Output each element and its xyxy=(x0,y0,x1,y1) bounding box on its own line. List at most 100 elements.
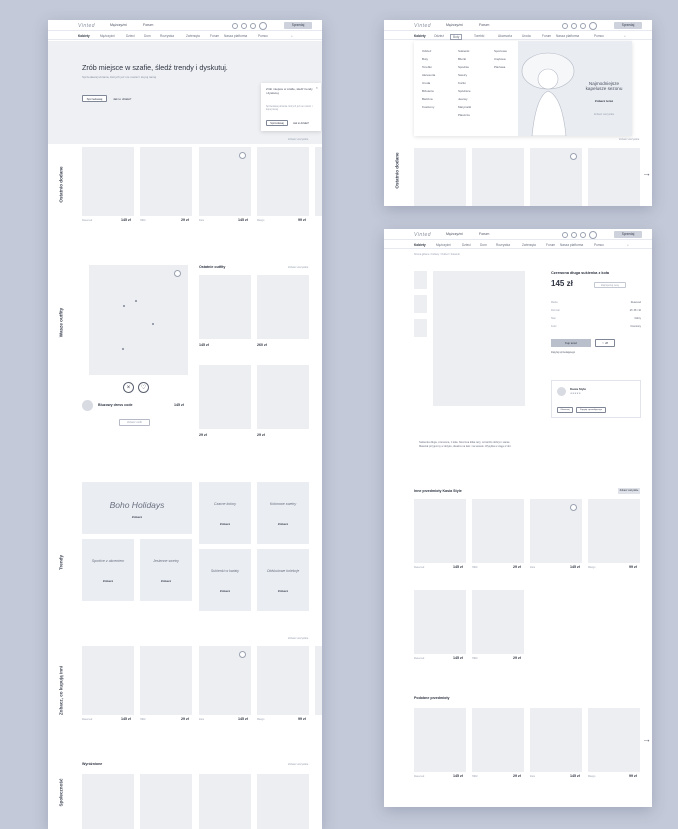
next-arrow-icon[interactable]: → xyxy=(642,734,651,744)
promo-see-all-link[interactable]: Zobacz wszystkie xyxy=(578,113,630,116)
heart-icon[interactable] xyxy=(239,651,246,658)
menu-item[interactable]: Płaszcze xyxy=(458,111,471,119)
menu-item[interactable]: Bielizna xyxy=(422,95,435,103)
product-card[interactable] xyxy=(414,708,466,772)
product-card[interactable] xyxy=(530,708,582,772)
tag-dot[interactable] xyxy=(152,323,154,325)
trend-card[interactable]: Czarne kolory Zobacz xyxy=(199,482,251,544)
bell-icon[interactable] xyxy=(571,231,577,238)
tag-dot[interactable] xyxy=(135,300,137,302)
category-tab[interactable]: Nasza platforma xyxy=(224,34,247,38)
outfit-card[interactable] xyxy=(199,365,251,429)
product-card[interactable] xyxy=(414,499,466,563)
heart-icon[interactable] xyxy=(562,22,568,29)
menu-item[interactable]: Buty xyxy=(422,55,435,63)
category-tab[interactable]: Nasza platforma xyxy=(560,243,583,247)
category-tab[interactable]: Forum xyxy=(210,34,219,38)
mail-icon[interactable] xyxy=(250,22,256,29)
product-card[interactable] xyxy=(257,147,309,216)
see-all-link[interactable]: Zobacz wszystkie xyxy=(288,637,308,640)
sell-button[interactable]: Sprzedaj xyxy=(614,22,642,29)
hero-how-link[interactable]: Jak to działa? xyxy=(113,97,131,101)
community-card[interactable] xyxy=(82,774,134,829)
product-card[interactable] xyxy=(414,590,466,654)
category-tab[interactable]: Dzieci xyxy=(126,34,135,38)
category-tab[interactable]: Kobiety xyxy=(78,34,90,38)
nav-tab-men[interactable]: Mężczyźni xyxy=(110,23,127,27)
menu-item[interactable]: Sukienki xyxy=(458,47,471,55)
product-thumbnail[interactable] xyxy=(414,271,427,289)
product-card[interactable] xyxy=(199,147,251,216)
outfit-main-image[interactable] xyxy=(89,265,188,375)
category-tab[interactable]: Zwierzęta xyxy=(522,243,536,247)
heart-count-button[interactable]: ♡ 28 xyxy=(595,339,615,347)
bell-icon[interactable] xyxy=(571,22,577,29)
see-outfit-button[interactable]: Zobacz outfit xyxy=(119,419,150,426)
dislike-button[interactable]: × xyxy=(123,382,134,393)
user-avatar-icon[interactable] xyxy=(589,21,597,30)
brand-logo[interactable]: Vinted xyxy=(414,232,431,238)
tag-dot[interactable] xyxy=(122,348,124,350)
nav-tab-forum[interactable]: Forum xyxy=(479,23,489,27)
product-card[interactable] xyxy=(588,148,640,206)
category-tab[interactable]: Forum xyxy=(542,34,551,38)
outfit-card[interactable] xyxy=(257,365,309,429)
trend-see-link[interactable]: Zobacz xyxy=(199,522,251,526)
product-card[interactable] xyxy=(140,646,192,715)
category-tab[interactable]: Rozrywka xyxy=(160,34,174,38)
breadcrumb[interactable]: Strona główna / Kobiety / Odzież / Sukie… xyxy=(414,253,460,256)
trend-card[interactable]: Oldskulowe kolekcje Zobacz xyxy=(257,549,309,611)
trend-card[interactable]: Sukienki w kwiaty Zobacz xyxy=(199,549,251,611)
like-button[interactable]: ♡ xyxy=(138,382,149,393)
category-tab[interactable]: Buty xyxy=(450,34,463,40)
category-tab[interactable]: Pomoc xyxy=(258,34,268,38)
heart-icon[interactable] xyxy=(570,153,577,160)
trend-card[interactable]: Jesienne swetry Zobacz xyxy=(140,539,192,601)
mail-icon[interactable] xyxy=(580,231,586,238)
menu-item[interactable]: Torebki xyxy=(422,63,435,71)
category-tab[interactable]: Kobiety xyxy=(414,34,426,38)
product-main-image[interactable] xyxy=(433,271,525,406)
see-all-link[interactable]: Zobacz wszystkie xyxy=(288,763,308,766)
see-all-button[interactable]: Zobacz wszystkie xyxy=(618,488,640,494)
nav-tab-men[interactable]: Mężczyźni xyxy=(446,232,463,236)
trend-card-large[interactable]: Boho Holidays Zobacz xyxy=(82,482,192,534)
product-card[interactable] xyxy=(82,646,134,715)
seller-avatar[interactable] xyxy=(557,387,566,396)
category-tab[interactable]: Zwierzęta xyxy=(186,34,200,38)
heart-icon[interactable] xyxy=(232,22,238,29)
trend-card[interactable]: Sportive z akcentem Zobacz xyxy=(82,539,134,601)
category-tab[interactable]: Odzież xyxy=(434,34,444,38)
trend-see-link[interactable]: Zobacz xyxy=(82,579,134,583)
menu-item[interactable]: Biżuteria xyxy=(422,87,435,95)
tag-dot[interactable] xyxy=(123,305,125,307)
product-card[interactable] xyxy=(199,646,251,715)
user-avatar-icon[interactable] xyxy=(259,21,267,30)
search-icon[interactable]: ⌕ xyxy=(627,243,629,247)
menu-item[interactable]: Kurtki xyxy=(458,79,471,87)
product-card[interactable] xyxy=(257,646,309,715)
nav-tab-men[interactable]: Mężczyźni xyxy=(446,23,463,27)
category-tab[interactable]: Dzieci xyxy=(462,243,471,247)
menu-item[interactable]: Spódnice xyxy=(458,87,471,95)
menu-item[interactable]: Kostiumy xyxy=(422,103,435,111)
menu-item[interactable]: Marynarki xyxy=(458,103,471,111)
product-card[interactable] xyxy=(472,499,524,563)
product-card[interactable] xyxy=(472,590,524,654)
bell-icon[interactable] xyxy=(241,22,247,29)
promo-shop-link[interactable]: Zobacz teraz xyxy=(578,99,630,103)
product-card[interactable] xyxy=(82,147,134,216)
buy-button[interactable]: Kup teraz xyxy=(551,339,591,347)
heart-icon[interactable] xyxy=(174,270,181,277)
nav-tab-forum[interactable]: Forum xyxy=(143,23,153,27)
category-tab[interactable]: Pomoc xyxy=(594,243,604,247)
category-tab[interactable]: Dom xyxy=(480,243,487,247)
brand-logo[interactable]: Vinted xyxy=(78,23,95,29)
close-icon[interactable]: × xyxy=(316,85,318,90)
menu-item[interactable]: Swetry xyxy=(458,71,471,79)
menu-item[interactable]: Akcesoria xyxy=(422,71,435,79)
trend-see-link[interactable]: Zobacz xyxy=(199,589,251,593)
search-icon[interactable]: ⌕ xyxy=(291,34,293,38)
menu-item[interactable]: Plażowa xyxy=(494,63,507,71)
heart-icon[interactable] xyxy=(562,231,568,238)
